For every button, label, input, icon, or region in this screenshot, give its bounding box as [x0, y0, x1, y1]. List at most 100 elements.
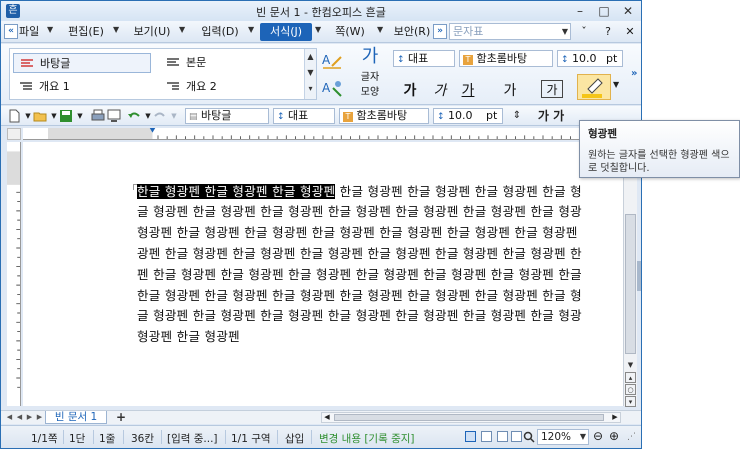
- chevron-down-icon[interactable]: ▼: [305, 65, 316, 81]
- menu-edit[interactable]: 편집(E): [63, 23, 109, 41]
- web-view-icon[interactable]: [481, 431, 492, 442]
- menu-insert-dropdown-icon[interactable]: ▼: [248, 25, 254, 34]
- status-insert-mode[interactable]: 삽입: [285, 431, 304, 446]
- menu-format-dropdown-icon[interactable]: ▼: [315, 25, 321, 34]
- menu-page-dropdown-icon[interactable]: ▼: [377, 25, 383, 34]
- toolbar-lang-combo[interactable]: ↕ 대표: [273, 108, 335, 124]
- next-page-icon[interactable]: ▾: [625, 396, 636, 407]
- menu-format[interactable]: 서식(J): [260, 23, 312, 41]
- ribbon-close-icon[interactable]: ✕: [623, 23, 637, 41]
- ribbon-collapse-button[interactable]: ˇ: [577, 23, 591, 41]
- vertical-ruler[interactable]: [7, 142, 21, 406]
- add-tab-button[interactable]: +: [109, 411, 133, 424]
- char-border-button[interactable]: 가: [541, 80, 563, 98]
- print-icon[interactable]: [91, 109, 105, 123]
- redo-icon[interactable]: [153, 109, 167, 123]
- scroll-thumb[interactable]: [625, 214, 636, 354]
- menu-insert[interactable]: 입력(D): [195, 23, 245, 41]
- style-edit-icon[interactable]: A: [321, 50, 343, 70]
- menu-page[interactable]: 쪽(W): [327, 23, 373, 41]
- highlighter-button[interactable]: [577, 74, 611, 100]
- ribbon-font-combo[interactable]: T 함초롬바탕: [459, 50, 553, 67]
- chevron-up-icon[interactable]: ▲: [305, 49, 316, 65]
- menu-edit-dropdown-icon[interactable]: ▼: [113, 25, 119, 34]
- ribbon-size-combo[interactable]: ↕ 10.0 pt: [557, 50, 623, 67]
- scroll-right-icon[interactable]: ▶: [610, 413, 620, 422]
- tab-document-1[interactable]: 빈 문서 1: [45, 411, 107, 424]
- menu-view-dropdown-icon[interactable]: ▼: [179, 25, 185, 34]
- style-item-outline2[interactable]: 개요 2: [160, 77, 298, 97]
- help-button[interactable]: ?: [601, 23, 615, 41]
- menu-scroll-left-button[interactable]: «: [4, 24, 18, 39]
- toolbar-font-combo[interactable]: T 함초롬바탕: [339, 108, 429, 124]
- menu-file-dropdown-icon[interactable]: ▼: [47, 25, 53, 34]
- highlighter-dropdown-icon[interactable]: ▼: [613, 80, 619, 89]
- zoom-in-icon[interactable]: ⊕: [609, 429, 619, 443]
- tab-prev-icon[interactable]: ◀: [15, 412, 24, 423]
- highlighted-text[interactable]: 한글 형광펜 한글 형광펜 한글 형광펜: [137, 184, 336, 199]
- tab-first-icon[interactable]: ◀: [5, 412, 14, 423]
- doc-line[interactable]: 형광펜 한글 형광펜: [137, 327, 623, 347]
- underline-button[interactable]: 가: [457, 80, 479, 99]
- doc-line[interactable]: 광펜 한글 형광펜 한글 형광펜 한글 형광펜 한글 형광펜 한글 형광펜 한글…: [137, 244, 623, 264]
- italic-button[interactable]: 가: [429, 80, 451, 99]
- toolbar-size-combo[interactable]: ↕ 10.0 pt: [433, 108, 503, 124]
- redo-dropdown-icon[interactable]: ▼: [167, 109, 181, 123]
- select-object-icon[interactable]: ○: [625, 384, 636, 395]
- toolbar-style-combo[interactable]: ▤ 바탕글: [185, 108, 269, 124]
- horizontal-scrollbar[interactable]: ◀ ▶: [321, 412, 621, 423]
- menu-scroll-right-button[interactable]: »: [433, 24, 447, 39]
- doc-line[interactable]: 펜 한글 형광펜 한글 형광펜 한글 형광펜 한글 형광펜 한글 형광펜 한글 …: [137, 265, 623, 285]
- zoom-combo[interactable]: 120% ▼: [537, 429, 589, 445]
- ribbon-lang-combo[interactable]: ↕ 대표: [393, 50, 455, 67]
- resize-grip-icon[interactable]: ⋰: [627, 432, 636, 442]
- status-page[interactable]: 1/1쪽: [31, 431, 58, 446]
- style-item-outline1[interactable]: 개요 1: [13, 77, 151, 97]
- horizontal-ruler[interactable]: [23, 128, 623, 140]
- char-shape-button[interactable]: 가 글자 모양: [355, 46, 385, 98]
- style-apply-icon[interactable]: A: [321, 78, 343, 98]
- doc-line[interactable]: 형광펜 한글 형광펜 한글 형광펜 한글 형광펜 한글 형광펜 한글 형광펜 한…: [137, 223, 623, 243]
- doc-line[interactable]: 글 형광펜 한글 형광펜 한글 형광펜 한글 형광펜 한글 형광펜 한글 형광펜…: [137, 306, 623, 326]
- tab-next-icon[interactable]: ▶: [25, 412, 34, 423]
- side-panel-handle[interactable]: [637, 261, 641, 291]
- prev-page-icon[interactable]: ▴: [625, 372, 636, 383]
- outline-view-icon[interactable]: [497, 431, 508, 442]
- maximize-button[interactable]: □: [593, 3, 615, 19]
- bold-button[interactable]: 가: [399, 80, 421, 99]
- save-dropdown-icon[interactable]: ▼: [73, 109, 87, 123]
- zoom-out-icon[interactable]: ⊖: [593, 429, 603, 443]
- size-stepper[interactable]: ⇕: [507, 109, 527, 123]
- new-document-icon[interactable]: [7, 109, 21, 123]
- style-gallery-scroll[interactable]: ▲ ▼ ▾: [304, 49, 316, 99]
- toolbar-bold-italic[interactable]: 가 가: [533, 109, 569, 123]
- doc-line[interactable]: 글 형광펜 한글 형광펜 한글 형광펜 한글 형광펜 한글 형광펜 한글 형광펜…: [137, 202, 623, 222]
- status-track-changes[interactable]: 변경 내용 [기록 중지]: [319, 431, 415, 446]
- menu-security[interactable]: 보안(R): [389, 23, 435, 41]
- page-view-icon[interactable]: [465, 431, 476, 442]
- gallery-expand-icon[interactable]: ▾: [305, 81, 316, 97]
- ruler-corner[interactable]: [7, 128, 21, 140]
- minimize-button[interactable]: –: [569, 3, 591, 19]
- print-preview-icon[interactable]: [107, 109, 121, 123]
- strikethrough-button[interactable]: 가: [499, 80, 521, 99]
- undo-icon[interactable]: [127, 109, 141, 123]
- close-button[interactable]: ✕: [617, 3, 639, 19]
- menu-view[interactable]: 보기(U): [129, 23, 175, 41]
- char-map-combo[interactable]: 문자표 ▼: [449, 23, 571, 40]
- style-item-body[interactable]: 본문: [160, 53, 298, 73]
- save-icon[interactable]: [59, 109, 73, 123]
- doc-line[interactable]: 한글 형광펜 한글 형광펜 한글 형광펜 한글 형광펜 한글 형광펜 한글 형광…: [137, 286, 623, 306]
- style-item-batang[interactable]: 바탕글: [13, 53, 151, 73]
- tab-last-icon[interactable]: ▶: [35, 412, 44, 423]
- document-editor[interactable]: 한글 형광펜 한글 형광펜 한글 형광펜 한글 형광펜 한글 형광펜 한글 형광…: [23, 142, 623, 406]
- ribbon-more-icon[interactable]: »: [631, 68, 637, 79]
- doc-line-text[interactable]: 한글 형광펜 한글 형광펜 한글 형광펜 한글 형: [335, 184, 582, 199]
- draft-view-icon[interactable]: [511, 431, 522, 442]
- doc-line[interactable]: 한글 형광펜 한글 형광펜 한글 형광펜 한글 형광펜 한글 형광펜 한글 형광…: [137, 182, 623, 202]
- menu-file[interactable]: 파일(F): [19, 23, 43, 41]
- scroll-down-icon[interactable]: ▼: [625, 360, 636, 371]
- zoom-icon[interactable]: [523, 431, 535, 443]
- hscroll-thumb[interactable]: [334, 414, 604, 421]
- scroll-left-icon[interactable]: ◀: [322, 413, 332, 422]
